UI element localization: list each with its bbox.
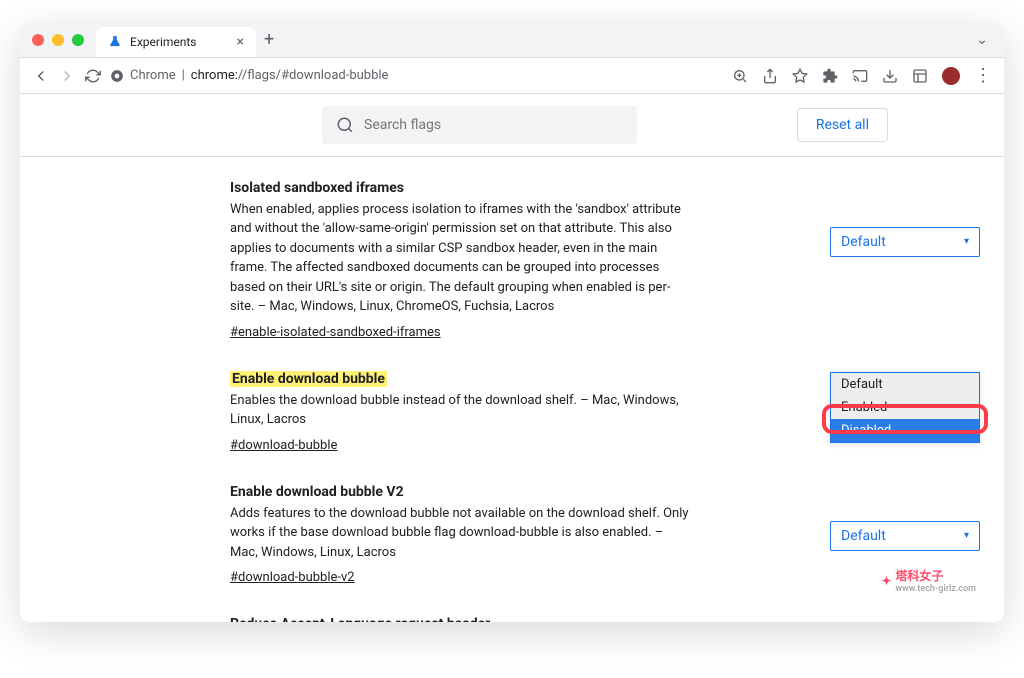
url-scheme: chrome: [191,68,238,83]
dropdown-option[interactable]: Disabled [831,419,979,442]
forward-button[interactable] [58,67,76,85]
flag-anchor-link[interactable]: #download-bubble-v2 [230,570,355,585]
chevron-down-icon: ▾ [964,236,969,247]
flag-anchor-link[interactable]: #enable-isolated-sandboxed-iframes [230,325,441,340]
share-icon[interactable] [762,68,778,84]
url-path: //flags/ [238,68,281,83]
dropdown-option[interactable]: Enabled [831,396,979,419]
url-prefix: Chrome [130,68,176,83]
browser-window: Experiments × + ⌄ Chrome | chrome://flag… [20,22,1004,622]
dropdown-option[interactable]: Default [831,373,979,396]
flag-dropdown-open[interactable]: DefaultEnabledDisabled [830,372,980,443]
flag-select[interactable]: Default ▾ [830,521,980,551]
new-tab-button[interactable]: + [264,29,274,50]
tab-title: Experiments [130,35,197,49]
titlebar: Experiments × + ⌄ [20,22,1004,58]
minimize-window-button[interactable] [52,34,64,46]
flag-title: Reduce Accept-Language request header [230,616,490,622]
flag-title: Enable download bubble V2 [230,484,404,500]
menu-button[interactable]: ⋮ [974,65,992,86]
tabs-chevron-icon[interactable]: ⌄ [976,32,988,48]
toolbar-icons: ⋮ [732,65,992,86]
bookmark-icon[interactable] [792,68,808,84]
url-hash: #download-bubble [281,68,388,83]
url-sep: | [182,68,185,83]
maximize-window-button[interactable] [72,34,84,46]
flag-select[interactable]: Default ▾ [830,227,980,257]
flag-title: Isolated sandboxed iframes [230,180,404,196]
flag-description: Enables the download bubble instead of t… [230,391,690,430]
zoom-icon[interactable] [732,68,748,84]
flag-item: Enable download bubble V2 Adds features t… [230,481,980,586]
reload-button[interactable] [84,67,102,85]
search-box[interactable] [322,106,637,144]
reset-all-button[interactable]: Reset all [797,108,888,142]
flag-item: Isolated sandboxed iframes When enabled, … [230,177,980,340]
select-value: Default [841,528,886,544]
traffic-lights [32,34,84,46]
browser-tab[interactable]: Experiments × [96,27,256,57]
watermark: ✦ 塔科女子 www.tech-girlz.com [881,567,976,594]
chrome-icon [110,69,124,83]
search-icon [336,116,354,134]
flask-icon [108,35,122,49]
reading-list-icon[interactable] [912,68,928,84]
address-bar[interactable]: Chrome | chrome://flags/#download-bubble [110,68,724,83]
flags-list: Isolated sandboxed iframes When enabled, … [20,157,1004,622]
page-content: Reset all Isolated sandboxed iframes When… [20,94,1004,622]
close-window-button[interactable] [32,34,44,46]
flag-title: Enable download bubble [230,371,387,387]
toolbar: Chrome | chrome://flags/#download-bubble… [20,58,1004,94]
cast-icon[interactable] [852,68,868,84]
header-row: Reset all [112,94,912,156]
extensions-icon[interactable] [822,68,838,84]
profile-avatar[interactable] [942,67,960,85]
watermark-sub: www.tech-girlz.com [895,584,976,594]
flag-anchor-link[interactable]: #download-bubble [230,438,337,453]
flag-item: Enable download bubble Enables the downlo… [230,368,980,453]
select-value: Default [841,234,886,250]
download-icon[interactable] [882,68,898,84]
chevron-down-icon: ▾ [964,530,969,541]
flag-item: Reduce Accept-Language request headerRed… [230,613,980,622]
flag-description: When enabled, applies process isolation … [230,200,690,317]
back-button[interactable] [32,67,50,85]
watermark-text: 塔科女子 [895,569,943,583]
close-tab-icon[interactable]: × [237,34,244,50]
flag-description: Adds features to the download bubble not… [230,504,690,563]
search-input[interactable] [364,117,623,133]
